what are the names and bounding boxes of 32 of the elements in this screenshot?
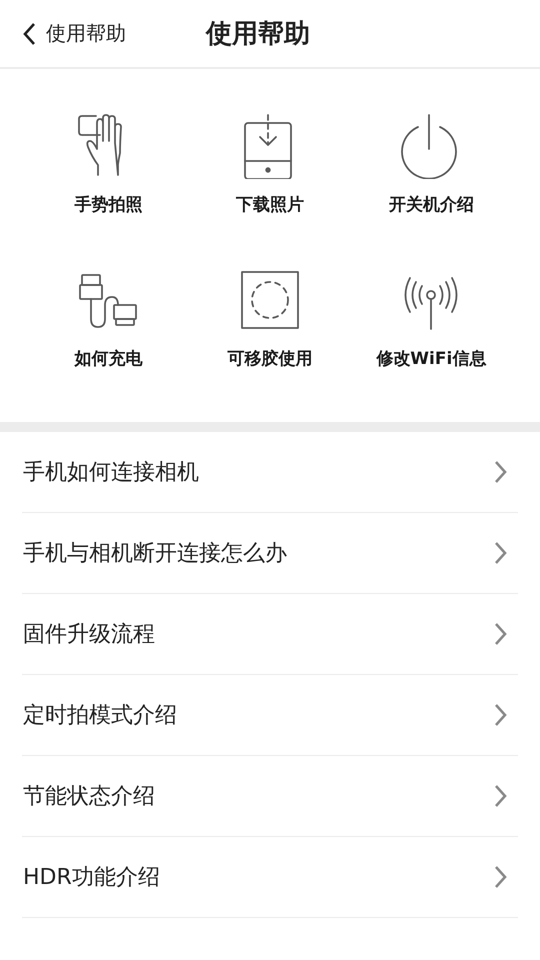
shortcut-label: 手势拍照 [74, 194, 143, 216]
help-topic-item[interactable]: 节能状态介绍 [22, 756, 518, 837]
chevron-right-icon [494, 784, 508, 808]
shortcut-label: 开关机介绍 [388, 194, 474, 216]
shortcut-label: 如何充电 [74, 348, 143, 370]
help-topic-item[interactable]: HDR功能介绍 [22, 837, 518, 918]
shortcut-item[interactable]: 如何充电 [28, 267, 190, 370]
back-button[interactable]: 使用帮助 [22, 20, 126, 47]
help-topic-label: 手机如何连接相机 [23, 459, 199, 487]
chevron-right-icon [494, 865, 508, 889]
shortcut-label: 修改WiFi信息 [376, 348, 486, 370]
help-topic-label: 节能状态介绍 [23, 783, 155, 811]
help-topic-item[interactable]: 定时拍模式介绍 [22, 675, 518, 756]
shortcut-item[interactable]: 开关机介绍 [350, 113, 512, 216]
chevron-right-icon [494, 703, 508, 727]
shortcut-item[interactable]: 修改WiFi信息 [350, 267, 512, 370]
help-topic-label: HDR功能介绍 [23, 864, 160, 892]
shortcut-item[interactable]: 下载照片 [189, 113, 351, 216]
page-title: 使用帮助 [206, 18, 310, 51]
chevron-right-icon [494, 541, 508, 565]
shortcut-item[interactable]: 手势拍照 [28, 113, 190, 216]
help-topic-item[interactable]: 手机如何连接相机 [22, 432, 518, 513]
shortcut-label: 可移胶使用 [227, 348, 312, 370]
help-topic-item[interactable]: 手机与相机断开连接怎么办 [22, 513, 518, 594]
help-topic-label: 手机与相机断开连接怎么办 [23, 540, 287, 568]
chevron-right-icon [494, 460, 508, 484]
help-topic-label: 固件升级流程 [23, 621, 155, 649]
chevron-right-icon [494, 622, 508, 646]
help-topic-item[interactable]: 固件升级流程 [22, 594, 518, 675]
shortcut-item[interactable]: 可移胶使用 [189, 267, 351, 370]
help-topic-label: 定时拍模式介绍 [23, 702, 177, 730]
shortcut-label: 下载照片 [236, 194, 304, 216]
